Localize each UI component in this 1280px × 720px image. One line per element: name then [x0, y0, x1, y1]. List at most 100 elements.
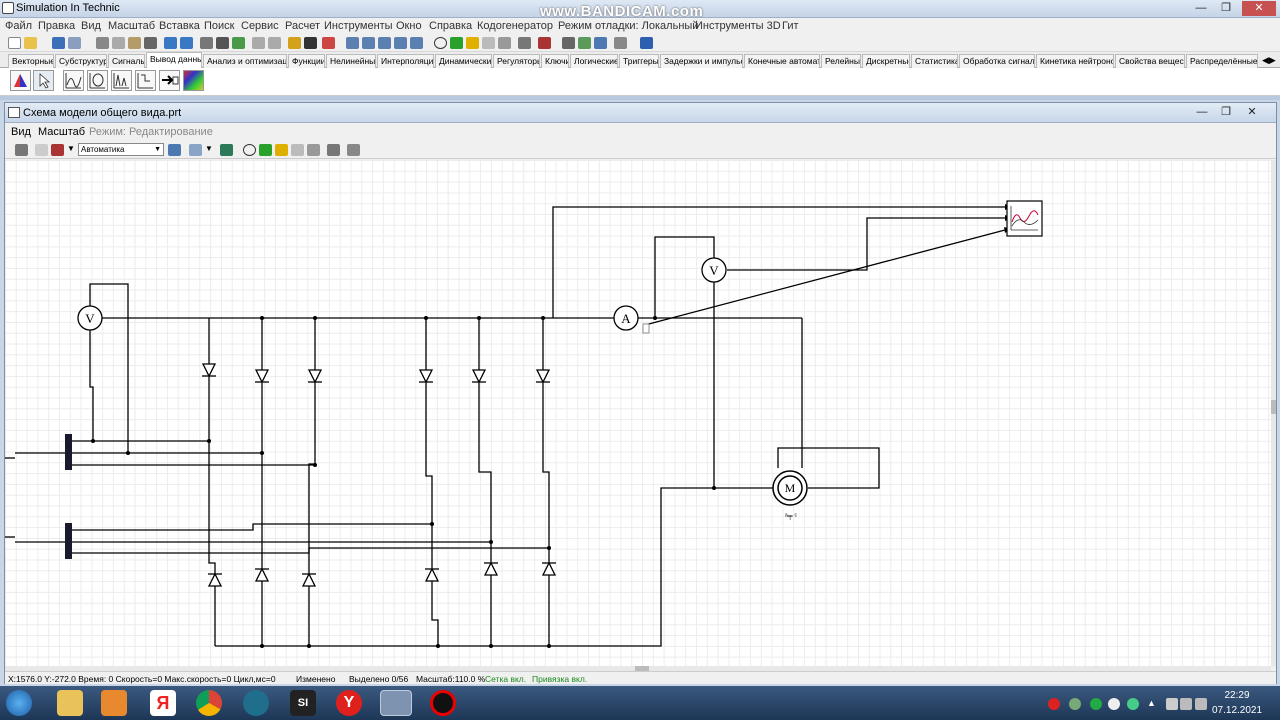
- tab-distributed[interactable]: Распределённые СГ: [1186, 54, 1258, 68]
- components-icon[interactable]: [322, 37, 335, 49]
- pause-icon[interactable]: [291, 144, 304, 156]
- printer-icon[interactable]: [562, 37, 575, 49]
- diode-d8[interactable]: [254, 567, 270, 582]
- signal-wire-3[interactable]: [644, 229, 1006, 326]
- menu-window[interactable]: Окно: [396, 20, 422, 32]
- zoom-in-icon[interactable]: [346, 37, 359, 49]
- play-icon[interactable]: [450, 37, 463, 49]
- menu-service[interactable]: Сервис: [241, 20, 279, 32]
- dc-bus-negative-wire[interactable]: [215, 487, 714, 647]
- pause-icon[interactable]: [482, 37, 495, 49]
- zoom-out-icon[interactable]: [362, 37, 375, 49]
- tab-functions[interactable]: Функции: [288, 54, 325, 68]
- chrome-icon[interactable]: [196, 690, 222, 716]
- palette-output-icon[interactable]: [159, 70, 180, 91]
- v1-lead-wire[interactable]: [89, 330, 94, 442]
- save-all-icon[interactable]: [68, 37, 81, 49]
- tab-data-output[interactable]: Вывод данных: [146, 52, 202, 68]
- tab-signal-processing[interactable]: Обработка сигналов: [959, 54, 1035, 68]
- minimize-icon[interactable]: —: [1190, 1, 1212, 16]
- diode-d11[interactable]: [483, 561, 499, 576]
- clock-date[interactable]: 07.12.2021: [1212, 705, 1262, 716]
- tab-analysis[interactable]: Анализ и оптимизация: [203, 54, 287, 68]
- page-icon[interactable]: [200, 37, 213, 49]
- up-arrow-icon[interactable]: [15, 144, 28, 156]
- signal-wire-1[interactable]: [552, 206, 1005, 318]
- tab-triggers[interactable]: Триггеры: [619, 54, 659, 68]
- zoom-select-icon[interactable]: [394, 37, 407, 49]
- tab-substance-props[interactable]: Свойства веществ: [1115, 54, 1185, 68]
- close-icon[interactable]: ✕: [1242, 1, 1276, 16]
- tab-regulators[interactable]: Регуляторы: [493, 54, 540, 68]
- menu-search[interactable]: Поиск: [204, 20, 234, 32]
- menu-insert[interactable]: Вставка: [159, 20, 200, 32]
- child-menu-scale[interactable]: Масштаб: [38, 126, 85, 138]
- solver-select[interactable]: Автоматика ▼: [78, 143, 164, 156]
- stopwatch-icon[interactable]: [243, 144, 256, 156]
- schematic-canvas[interactable]: V A V M ᵃ╤ ᶜ: [5, 160, 1271, 666]
- palette-phase-icon[interactable]: [87, 70, 108, 91]
- layers-dropdown-icon[interactable]: ▼: [205, 144, 213, 156]
- zoom-fit-icon[interactable]: [378, 37, 391, 49]
- stopwatch-icon[interactable]: [434, 37, 447, 49]
- menu-view[interactable]: Вид: [81, 20, 101, 32]
- tab-keys[interactable]: Ключи: [541, 54, 569, 68]
- new-file-icon[interactable]: [8, 37, 21, 49]
- document-icon[interactable]: [614, 37, 627, 49]
- copy-icon[interactable]: [112, 37, 125, 49]
- phase-f-wire[interactable]: [67, 547, 549, 554]
- bridge-column-4[interactable]: [425, 318, 439, 646]
- palette-pointer-icon[interactable]: [33, 70, 54, 91]
- menu-tools[interactable]: Инструменты: [324, 20, 393, 32]
- tray-volume-icon[interactable]: [1195, 698, 1207, 710]
- step-icon[interactable]: [466, 37, 479, 49]
- cut-icon[interactable]: [96, 37, 109, 49]
- zoom-page-icon[interactable]: [410, 37, 423, 49]
- signal-wire-2[interactable]: [727, 217, 1005, 271]
- tools-icon[interactable]: [51, 144, 64, 156]
- sync-icon[interactable]: [220, 144, 233, 156]
- diode-d5[interactable]: [471, 369, 487, 384]
- bandicam-record-icon[interactable]: [430, 690, 456, 716]
- tab-interpolation[interactable]: Интерполяция: [377, 54, 434, 68]
- phase-d-wire[interactable]: [67, 523, 432, 531]
- pencil-icon[interactable]: [288, 37, 301, 49]
- diode-d3[interactable]: [307, 369, 323, 384]
- menu-edit[interactable]: Правка: [38, 20, 75, 32]
- bulb-icon[interactable]: [252, 37, 265, 49]
- diode-d10[interactable]: [424, 567, 440, 582]
- menu-codegen[interactable]: Кодогенератор: [477, 20, 553, 32]
- palette-table-icon[interactable]: [135, 70, 156, 91]
- step-icon[interactable]: [275, 144, 288, 156]
- palette-color-icon[interactable]: [10, 70, 31, 91]
- binoculars-icon[interactable]: [304, 37, 317, 49]
- bulb-off-icon[interactable]: [268, 37, 281, 49]
- bridge-column-3[interactable]: [308, 318, 316, 646]
- diode-d2[interactable]: [254, 369, 270, 384]
- stop-icon[interactable]: [307, 144, 320, 156]
- diode-d4[interactable]: [418, 369, 434, 384]
- help-icon[interactable]: [640, 37, 653, 49]
- tab-relay[interactable]: Релейные: [821, 54, 861, 68]
- redo-icon[interactable]: [180, 37, 193, 49]
- explorer-icon[interactable]: [57, 690, 83, 716]
- delete-icon[interactable]: [144, 37, 157, 49]
- chart-icon[interactable]: [327, 144, 340, 156]
- tray-shield-icon[interactable]: [1127, 698, 1139, 710]
- menu-git[interactable]: Гит: [782, 20, 799, 32]
- tab-logical[interactable]: Логические: [570, 54, 618, 68]
- menu-calc[interactable]: Расчет: [285, 20, 320, 32]
- tray-app-icon[interactable]: [1069, 698, 1081, 710]
- menu-help[interactable]: Справка: [429, 20, 472, 32]
- ccleaner-icon[interactable]: [243, 690, 269, 716]
- tray-record-icon[interactable]: [1048, 698, 1060, 710]
- tab-signals[interactable]: Сигналы: [108, 54, 145, 68]
- page-icon[interactable]: [35, 144, 48, 156]
- chart-icon[interactable]: [518, 37, 531, 49]
- tab-vector[interactable]: Векторные: [8, 54, 54, 68]
- yandex-browser-icon[interactable]: Y: [336, 690, 362, 716]
- ammeter-output-port[interactable]: [642, 323, 650, 334]
- child-minimize-icon[interactable]: —: [1191, 105, 1213, 120]
- align-icon[interactable]: [216, 37, 229, 49]
- input-connector-1[interactable]: [65, 434, 72, 470]
